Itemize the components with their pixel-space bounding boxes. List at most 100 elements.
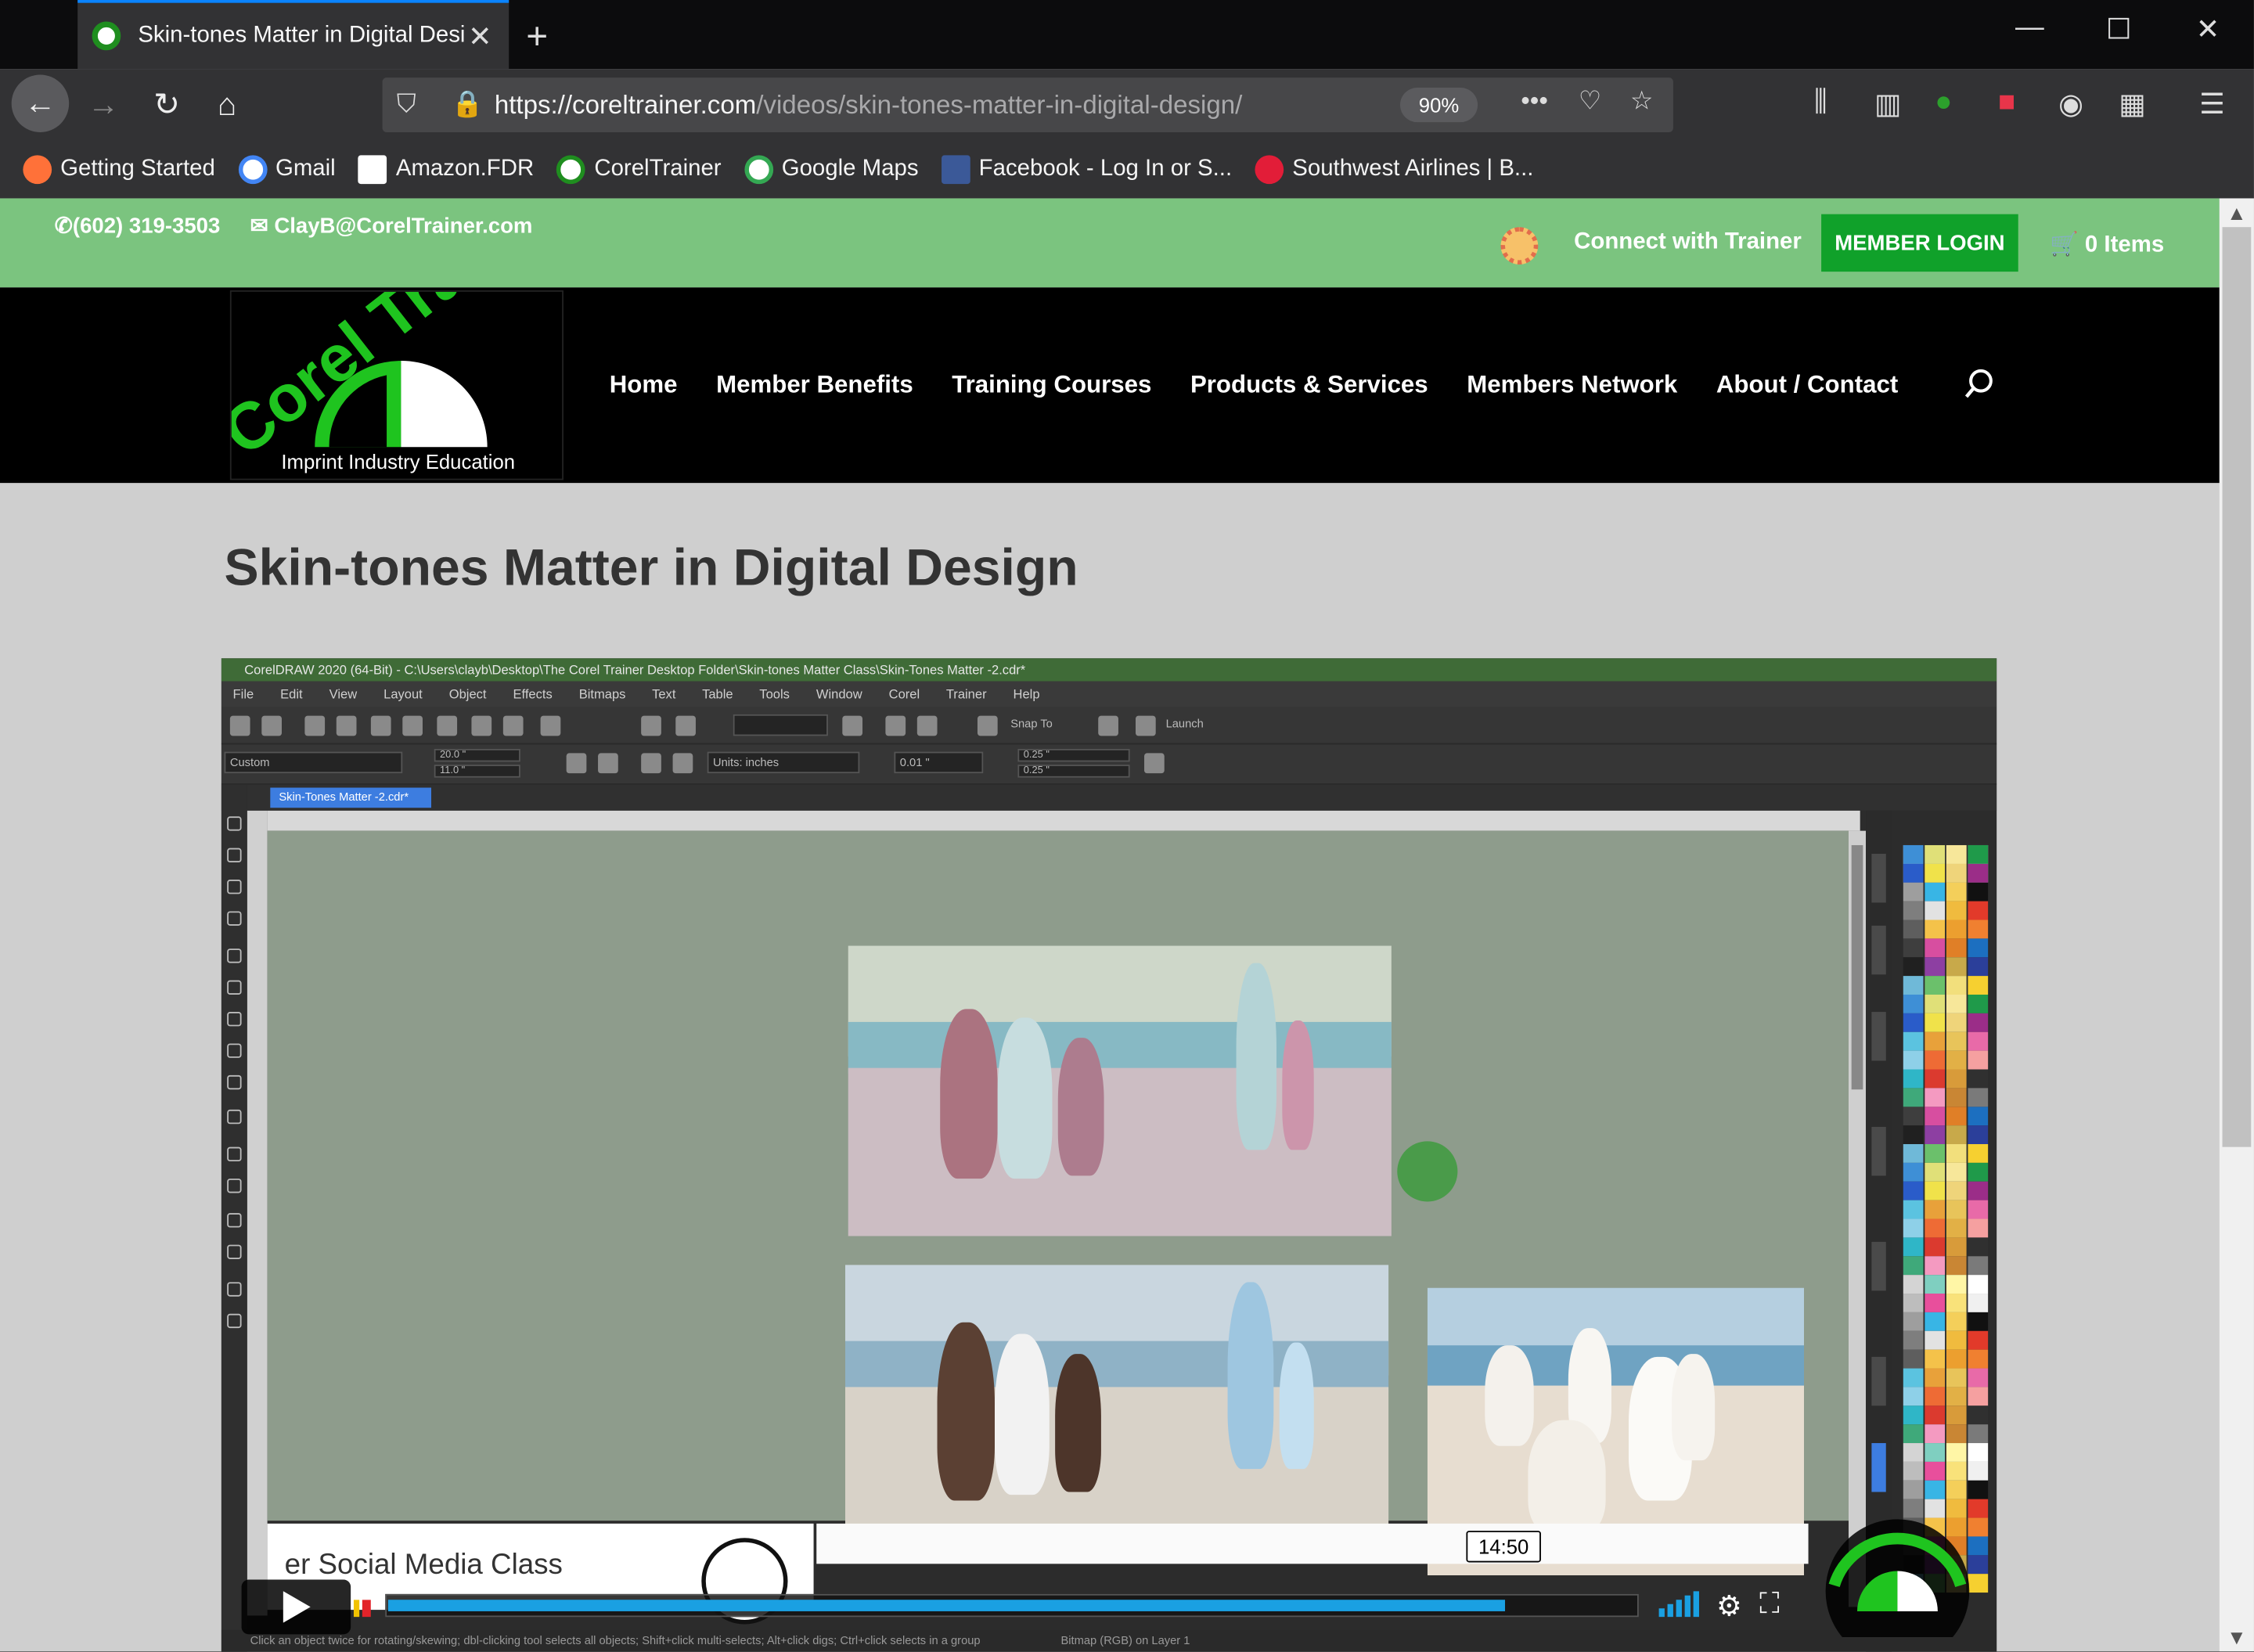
palette-swatch[interactable]: [1925, 1181, 1946, 1200]
palette-swatch[interactable]: [1925, 1405, 1946, 1425]
palette-swatch[interactable]: [1925, 901, 1946, 920]
browser-tab[interactable]: Skin-tones Matter in Digital Design - Co…: [77, 0, 509, 70]
palette-swatch[interactable]: [1903, 1200, 1924, 1219]
palette-swatch[interactable]: [1925, 844, 1946, 864]
extension-icon[interactable]: ●: [1935, 86, 1952, 119]
palette-swatch[interactable]: [1968, 1368, 1989, 1387]
palette-swatch[interactable]: [1968, 1405, 1989, 1425]
minimize-icon[interactable]: —: [2001, 12, 2058, 45]
palette-swatch[interactable]: [1903, 1499, 1924, 1518]
address-bar[interactable]: ⛉ 🔒 https://coreltrainer.com/videos/skin…: [382, 77, 1673, 132]
pocket-icon[interactable]: ♡: [1579, 86, 1602, 117]
palette-swatch[interactable]: [1946, 1162, 1967, 1182]
play-button[interactable]: [241, 1579, 351, 1635]
palette-swatch[interactable]: [1946, 844, 1967, 864]
palette-swatch[interactable]: [1968, 1031, 1989, 1051]
palette-swatch[interactable]: [1946, 1031, 1967, 1051]
palette-swatch[interactable]: [1968, 1218, 1989, 1238]
palette-swatch[interactable]: [1903, 1461, 1924, 1481]
palette-swatch[interactable]: [1968, 1312, 1989, 1331]
member-login-button[interactable]: MEMBER LOGIN: [1821, 214, 2018, 272]
palette-swatch[interactable]: [1903, 938, 1924, 958]
palette-swatch[interactable]: [1903, 1069, 1924, 1089]
palette-swatch[interactable]: [1968, 1144, 1989, 1163]
palette-swatch[interactable]: [1903, 1181, 1924, 1200]
palette-swatch[interactable]: [1903, 920, 1924, 939]
bookmark-item[interactable]: Getting Started: [23, 155, 215, 185]
palette-swatch[interactable]: [1946, 1088, 1967, 1107]
canvas-scrollbar[interactable]: [1848, 830, 1867, 1607]
palette-swatch[interactable]: [1968, 1200, 1989, 1219]
bookmark-item[interactable]: Google Maps: [744, 155, 919, 185]
reload-button[interactable]: ↻: [141, 81, 193, 129]
palette-swatch[interactable]: [1903, 1349, 1924, 1369]
palette-swatch[interactable]: [1903, 1480, 1924, 1499]
palette-swatch[interactable]: [1903, 1107, 1924, 1126]
palette-swatch[interactable]: [1946, 1312, 1967, 1331]
palette-swatch[interactable]: [1946, 1330, 1967, 1350]
palette-swatch[interactable]: [1925, 1088, 1946, 1107]
palette-swatch[interactable]: [1968, 1275, 1989, 1294]
palette-swatch[interactable]: [1946, 1443, 1967, 1462]
palette-swatch[interactable]: [1925, 1218, 1946, 1238]
palette-swatch[interactable]: [1968, 1424, 1989, 1444]
palette-swatch[interactable]: [1946, 882, 1967, 902]
palette-swatch[interactable]: [1946, 994, 1967, 1013]
palette-swatch[interactable]: [1946, 957, 1967, 977]
palette-swatch[interactable]: [1903, 1031, 1924, 1051]
nav-training-courses[interactable]: Training Courses: [952, 371, 1151, 400]
palette-swatch[interactable]: [1925, 1050, 1946, 1070]
bookmark-item[interactable]: Amazon.FDR: [358, 155, 534, 185]
palette-swatch[interactable]: [1968, 1330, 1989, 1350]
palette-swatch[interactable]: [1946, 1200, 1967, 1219]
nav-member-benefits[interactable]: Member Benefits: [716, 371, 913, 400]
palette-swatch[interactable]: [1925, 1480, 1946, 1499]
palette-swatch[interactable]: [1903, 1256, 1924, 1276]
palette-swatch[interactable]: [1968, 1237, 1989, 1257]
palette-swatch[interactable]: [1968, 920, 1989, 939]
palette-swatch[interactable]: [1925, 1237, 1946, 1257]
palette-swatch[interactable]: [1946, 1256, 1967, 1276]
palette-swatch[interactable]: [1925, 1107, 1946, 1126]
palette-swatch[interactable]: [1903, 1330, 1924, 1350]
palette-swatch[interactable]: [1903, 1050, 1924, 1070]
palette-swatch[interactable]: [1968, 938, 1989, 958]
palette-swatch[interactable]: [1968, 994, 1989, 1013]
palette-swatch[interactable]: [1968, 1125, 1989, 1145]
palette-swatch[interactable]: [1946, 1107, 1967, 1126]
palette-swatch[interactable]: [1946, 1218, 1967, 1238]
palette-swatch[interactable]: [1925, 882, 1946, 902]
shield-icon[interactable]: ⛉: [397, 89, 416, 120]
palette-swatch[interactable]: [1925, 957, 1946, 977]
palette-swatch[interactable]: [1946, 1349, 1967, 1369]
palette-swatch[interactable]: [1968, 1162, 1989, 1182]
phone-link[interactable]: ✆(602) 319-3503: [55, 213, 221, 239]
palette-swatch[interactable]: [1946, 1181, 1967, 1200]
palette-swatch[interactable]: [1968, 1050, 1989, 1070]
palette-swatch[interactable]: [1968, 957, 1989, 977]
scroll-down-icon[interactable]: ▼: [2220, 1625, 2254, 1648]
pocket-extension-icon[interactable]: ■: [1998, 86, 2015, 119]
palette-swatch[interactable]: [1968, 844, 1989, 864]
palette-swatch[interactable]: [1925, 1013, 1946, 1032]
palette-swatch[interactable]: [1925, 1349, 1946, 1369]
palette-swatch[interactable]: [1946, 901, 1967, 920]
bookmark-item[interactable]: CorelTrainer: [556, 155, 722, 185]
palette-swatch[interactable]: [1925, 863, 1946, 883]
palette-swatch[interactable]: [1903, 1088, 1924, 1107]
palette-swatch[interactable]: [1903, 844, 1924, 864]
palette-swatch[interactable]: [1946, 976, 1967, 995]
palette-swatch[interactable]: [1903, 994, 1924, 1013]
forward-button[interactable]: →: [77, 81, 129, 129]
palette-swatch[interactable]: [1968, 1069, 1989, 1089]
nav-about-contact[interactable]: About / Contact: [1716, 371, 1898, 400]
bookmark-item[interactable]: Southwest Airlines | B...: [1255, 155, 1533, 185]
palette-swatch[interactable]: [1968, 1294, 1989, 1312]
bookmark-star-icon[interactable]: ☆: [1630, 86, 1654, 117]
palette-swatch[interactable]: [1968, 901, 1989, 920]
home-button[interactable]: ⌂: [201, 81, 253, 129]
palette-swatch[interactable]: [1968, 1013, 1989, 1032]
account-icon[interactable]: ◉: [2058, 86, 2083, 122]
palette-swatch[interactable]: [1946, 1461, 1967, 1481]
palette-swatch[interactable]: [1925, 1499, 1946, 1518]
